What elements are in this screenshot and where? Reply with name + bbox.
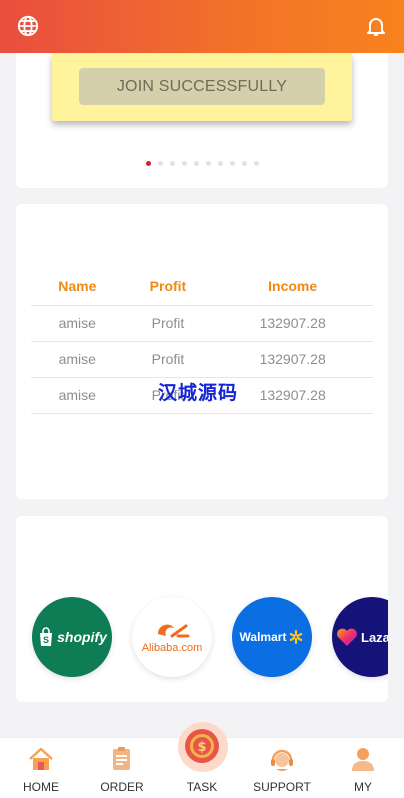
carousel-dot[interactable]: [181, 161, 187, 166]
shopify-logo[interactable]: S shopify: [32, 597, 112, 677]
lazada-logo-text: Lazada: [361, 629, 388, 645]
column-header-income: Income: [212, 267, 373, 306]
carousel-dot[interactable]: [157, 161, 163, 166]
tab-label: SUPPORT: [253, 780, 311, 794]
carousel-dots: [16, 161, 388, 166]
carousel-dot[interactable]: [145, 161, 151, 166]
carousel-dot[interactable]: [169, 161, 175, 166]
lazada-heart-icon: [337, 628, 357, 646]
walmart-spark-icon: [290, 629, 303, 645]
column-header-name: Name: [31, 267, 124, 306]
walmart-logo[interactable]: Walmart: [232, 597, 312, 677]
carousel-dot[interactable]: [229, 161, 235, 166]
carousel-dot[interactable]: [193, 161, 199, 166]
shopify-bag-icon: S: [40, 627, 53, 646]
shopify-logo-text: shopify: [57, 629, 107, 645]
partners-card: S shopify Alibaba.com Walmart Laza: [16, 516, 388, 702]
tab-support[interactable]: SUPPORT: [242, 738, 322, 798]
table-row: amise Profit 132907.28: [31, 341, 373, 378]
alibaba-logo[interactable]: Alibaba.com: [132, 597, 212, 677]
svg-text:S: S: [43, 635, 49, 645]
tab-my[interactable]: MY: [323, 738, 403, 798]
user-icon: [352, 748, 374, 771]
banner-card: JOIN SUCCESSFULLY: [16, 53, 388, 188]
task-coin-icon: $: [185, 729, 219, 763]
carousel-dot[interactable]: [205, 161, 211, 166]
join-successfully-button[interactable]: JOIN SUCCESSFULLY: [79, 68, 325, 105]
bell-icon[interactable]: [364, 14, 388, 38]
top-bar: [0, 0, 404, 53]
cell-income: 132907.28: [212, 305, 373, 342]
cell-name: amise: [31, 341, 124, 378]
cell-income: 132907.28: [212, 341, 373, 378]
cell-profit: Profit: [123, 305, 213, 342]
cell-name: amise: [31, 305, 124, 342]
tab-label: HOME: [23, 780, 59, 794]
home-icon: [29, 747, 53, 770]
carousel-dot[interactable]: [217, 161, 223, 166]
alibaba-mark-icon: [158, 624, 190, 638]
tab-label: TASK: [186, 780, 218, 794]
globe-icon[interactable]: [17, 15, 39, 37]
tab-home[interactable]: HOME: [1, 738, 81, 798]
headset-icon: [271, 749, 293, 771]
table-header-row: Name Profit Income: [31, 267, 373, 306]
carousel-dot[interactable]: [241, 161, 247, 166]
cell-name: amise: [31, 377, 124, 414]
svg-text:$: $: [197, 740, 206, 755]
tab-label: MY: [354, 780, 372, 794]
column-header-profit: Profit: [123, 267, 213, 306]
lazada-logo[interactable]: Lazada: [332, 597, 388, 677]
watermark-text: 汉城源码: [158, 382, 239, 404]
income-card: Name Profit Income amise Profit 132907.2…: [16, 204, 388, 499]
cell-profit: Profit: [123, 341, 213, 378]
tab-label: ORDER: [100, 780, 144, 794]
table-row: amise Profit 132907.28: [31, 305, 373, 342]
walmart-logo-text: Walmart: [239, 630, 287, 644]
clipboard-icon: [113, 747, 130, 770]
alibaba-logo-text: Alibaba.com: [141, 642, 203, 654]
tab-order[interactable]: ORDER: [82, 738, 162, 798]
join-panel: JOIN SUCCESSFULLY: [52, 53, 352, 121]
carousel-dot[interactable]: [253, 161, 259, 166]
